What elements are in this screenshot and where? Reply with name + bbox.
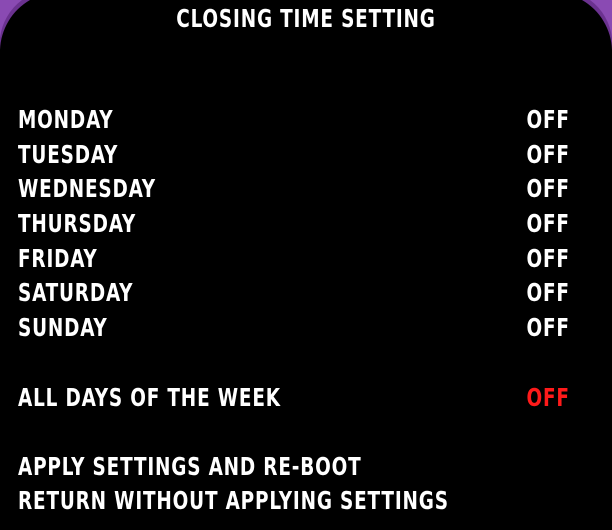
day-label: TUESDAY [18,140,119,169]
all-days-label: ALL DAYS OF THE WEEK [18,383,281,412]
day-value[interactable]: OFF [527,104,570,136]
day-label: MONDAY [18,105,114,134]
day-row-tuesday[interactable]: TUESDAY OFF [18,139,578,171]
day-value[interactable]: OFF [527,139,570,171]
day-label: FRIDAY [18,244,98,273]
day-value[interactable]: OFF [527,243,570,275]
day-value[interactable]: OFF [527,173,570,205]
day-row-monday[interactable]: MONDAY OFF [18,104,578,136]
day-label: SATURDAY [18,278,134,307]
all-days-value[interactable]: OFF [527,382,570,414]
day-label: THURSDAY [18,209,137,238]
day-row-friday[interactable]: FRIDAY OFF [18,243,578,275]
return-without-applying-option[interactable]: RETURN WITHOUT APPLYING SETTINGS [18,485,449,517]
day-value[interactable]: OFF [527,312,570,344]
day-row-wednesday[interactable]: WEDNESDAY OFF [18,173,578,205]
corner-frame-right [582,0,612,50]
day-row-thursday[interactable]: THURSDAY OFF [18,208,578,240]
day-value[interactable]: OFF [527,277,570,309]
corner-frame-left [0,0,30,50]
day-row-sunday[interactable]: SUNDAY OFF [18,312,578,344]
closing-time-setting-screen: CLOSING TIME SETTING MONDAY OFF TUESDAY … [0,0,612,530]
apply-settings-reboot-option[interactable]: APPLY SETTINGS AND RE-BOOT [18,451,361,483]
day-value[interactable]: OFF [527,208,570,240]
all-days-row[interactable]: ALL DAYS OF THE WEEK OFF [18,382,578,414]
day-label: SUNDAY [18,313,108,342]
page-title: CLOSING TIME SETTING [176,4,436,33]
day-label: WEDNESDAY [18,174,156,203]
day-row-saturday[interactable]: SATURDAY OFF [18,277,578,309]
